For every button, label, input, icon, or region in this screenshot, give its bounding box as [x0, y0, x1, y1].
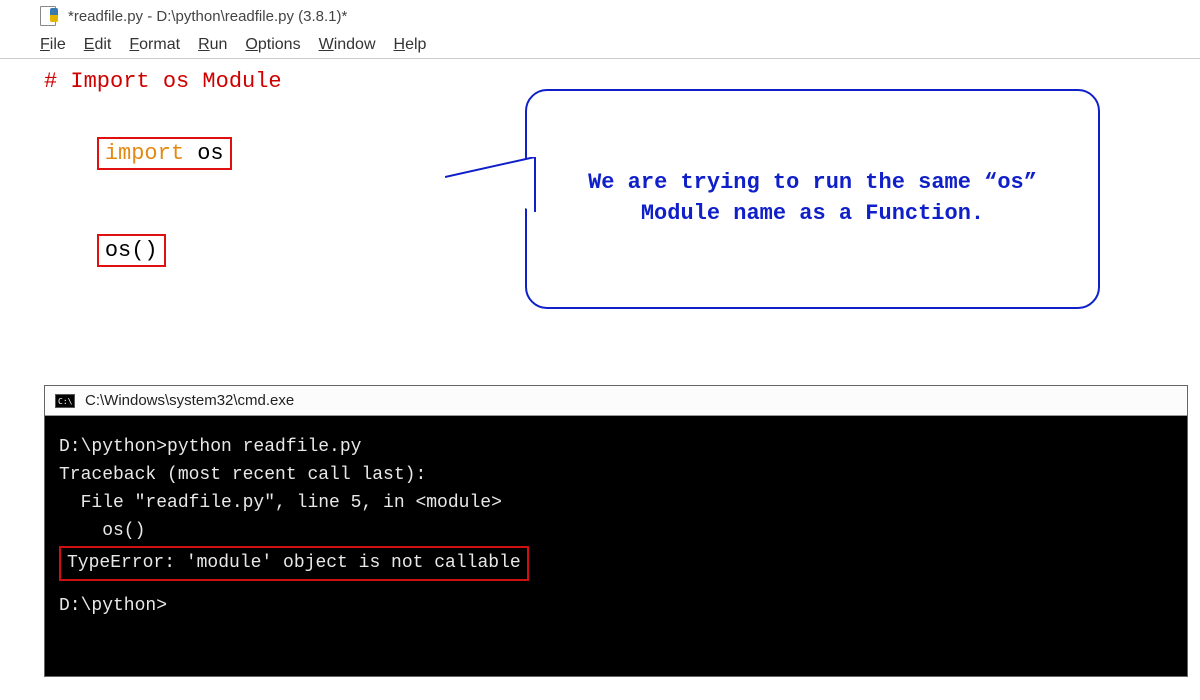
annotation-callout: We are trying to run the same “os” Modul… — [525, 89, 1100, 309]
term-line: D:\python>python readfile.py — [59, 434, 1173, 462]
terminal-window: C:\ C:\Windows\system32\cmd.exe D:\pytho… — [44, 385, 1188, 677]
editor-titlebar: *readfile.py - D:\python\readfile.py (3.… — [0, 0, 1200, 32]
menubar: File Edit Format Run Options Window Help — [0, 32, 1200, 59]
callout-text: We are trying to run the same “os” Modul… — [567, 168, 1058, 230]
callout-tail-icon — [445, 157, 540, 217]
python-file-icon — [40, 6, 58, 26]
menu-file[interactable]: File — [40, 36, 66, 54]
term-line: Traceback (most recent call last): — [59, 462, 1173, 490]
code-import-line: import os — [97, 137, 232, 170]
menu-options[interactable]: Options — [245, 36, 300, 54]
term-line: File "readfile.py", line 5, in <module> — [59, 490, 1173, 518]
window-title: *readfile.py - D:\python\readfile.py (3.… — [68, 8, 347, 25]
term-line: os() — [59, 518, 1173, 546]
terminal-output[interactable]: D:\python>python readfile.pyTraceback (m… — [45, 416, 1187, 676]
menu-window[interactable]: Window — [319, 36, 376, 54]
terminal-title: C:\Windows\system32\cmd.exe — [85, 392, 294, 409]
terminal-titlebar: C:\ C:\Windows\system32\cmd.exe — [45, 386, 1187, 416]
code-call-line: os() — [97, 234, 166, 267]
menu-format[interactable]: Format — [129, 36, 180, 54]
menu-edit[interactable]: Edit — [84, 36, 112, 54]
cmd-icon: C:\ — [55, 394, 75, 408]
menu-run[interactable]: Run — [198, 36, 227, 54]
term-prompt: D:\python> — [59, 593, 1173, 621]
term-error-highlight: TypeError: 'module' object is not callab… — [59, 546, 529, 582]
menu-help[interactable]: Help — [394, 36, 427, 54]
code-editor[interactable]: # Import os Module import os os() We are… — [0, 59, 1200, 379]
